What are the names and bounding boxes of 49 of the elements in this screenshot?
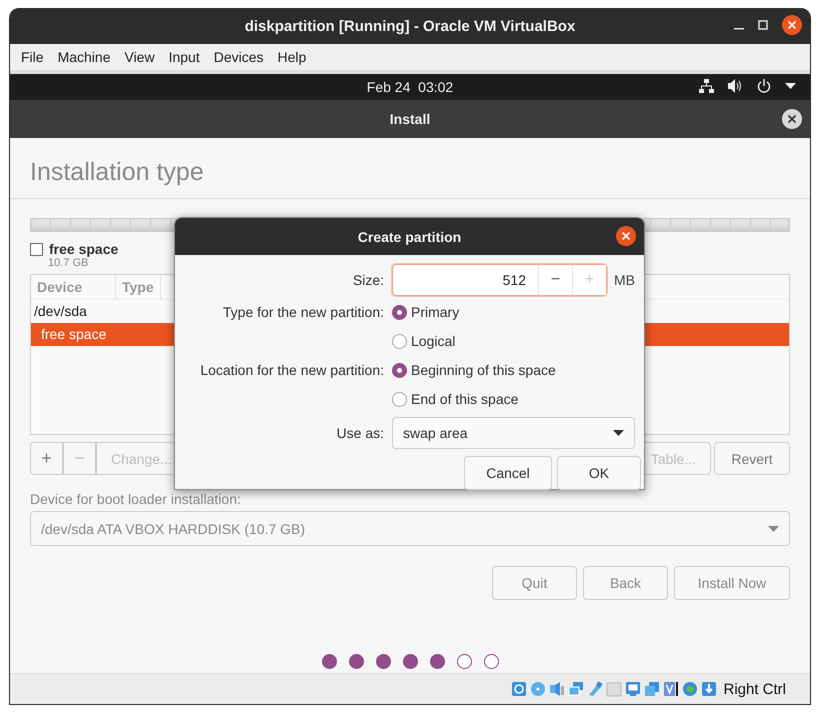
- clock[interactable]: Feb 24 03:02: [366, 79, 454, 95]
- radio-button[interactable]: [392, 362, 407, 378]
- menu-item[interactable]: View: [117, 49, 162, 65]
- radio-button[interactable]: [392, 392, 407, 406]
- close-button[interactable]: [782, 109, 802, 129]
- menu-item[interactable]: File: [14, 49, 51, 65]
- checkbox[interactable]: [30, 242, 43, 256]
- host-key: Right Ctrl: [723, 680, 786, 698]
- close-icon[interactable]: [616, 226, 636, 246]
- field-label: Location for the new partition:: [200, 362, 384, 378]
- network-icon[interactable]: [699, 79, 714, 93]
- field-label: Size:: [352, 272, 384, 288]
- radio-button[interactable]: [392, 334, 407, 348]
- field-label: Type for the new partition:: [222, 304, 384, 320]
- menu-item[interactable]: Devices: [206, 49, 271, 65]
- menu-item[interactable]: Help: [270, 49, 314, 65]
- window-title: Install: [390, 111, 430, 127]
- window-title: diskpartition [Running] - Oracle VM VirtualBox: [244, 18, 576, 34]
- close-icon[interactable]: [782, 15, 802, 35]
- caret-icon: [768, 526, 779, 532]
- toolbar-button[interactable]: Revert: [714, 442, 790, 475]
- dropdown[interactable]: swap area: [392, 417, 635, 449]
- field-label: Use as:: [336, 425, 384, 441]
- option-label[interactable]: Logical: [411, 333, 456, 349]
- option-label[interactable]: End of this space: [411, 391, 518, 407]
- dialog-title: Create partition: [358, 228, 462, 244]
- caret-icon[interactable]: [785, 83, 796, 89]
- radio-button[interactable]: [392, 304, 407, 320]
- power-icon[interactable]: [757, 79, 771, 93]
- legend-label: free space: [49, 241, 118, 257]
- volume-icon[interactable]: [728, 79, 743, 93]
- dialog-button[interactable]: OK: [557, 456, 641, 490]
- virtualization-icon[interactable]: [663, 681, 680, 697]
- option-label[interactable]: Primary: [411, 304, 460, 320]
- page-heading: Installation type: [10, 138, 810, 199]
- audio-icon[interactable]: [549, 681, 566, 697]
- dialog-button[interactable]: Cancel: [464, 456, 552, 490]
- unit-label: MB: [614, 272, 635, 288]
- menu-item[interactable]: Input: [162, 49, 207, 65]
- size-field[interactable]: 512 − +: [392, 264, 607, 296]
- maximize-icon[interactable]: [758, 20, 768, 30]
- toolbar-button[interactable]: +: [30, 442, 63, 475]
- menu-item[interactable]: Machine: [50, 49, 118, 65]
- legend-size: 10.7 GB: [48, 257, 90, 269]
- download-icon[interactable]: [701, 681, 718, 697]
- display-icon[interactable]: [625, 681, 642, 697]
- field-label: Device for boot loader installation:: [30, 491, 242, 507]
- caret-icon: [613, 430, 624, 436]
- option-label[interactable]: Beginning of this space: [411, 362, 556, 378]
